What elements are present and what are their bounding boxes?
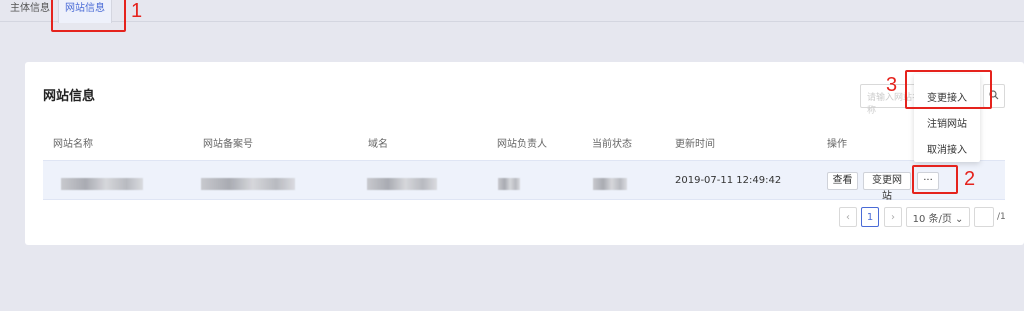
redacted-domain <box>367 178 437 190</box>
redacted-icp-number <box>201 178 295 190</box>
tab-bar: 主体信息 网站信息 <box>0 0 1024 23</box>
annotation-number-2: 2 <box>964 168 976 190</box>
table-row: 2019-07-11 12:49:42 查看 变更网站 ··· <box>43 160 1005 202</box>
updated-time-cell: 2019-07-11 12:49:42 <box>675 175 782 186</box>
view-button[interactable]: 查看 <box>827 172 858 190</box>
total-pages-label: /1 <box>997 212 1006 222</box>
header-site-owner: 网站负责人 <box>497 139 547 150</box>
website-info-card: 网站信息 请输入网站名称 网站名称 网站备案号 域名 网站负责人 当前状态 更新… <box>25 62 1024 245</box>
header-site-name: 网站名称 <box>53 139 93 150</box>
page-size-select[interactable]: 10 条/页 ⌄ <box>906 207 970 227</box>
annotation-box-3 <box>905 70 992 109</box>
redacted-site-owner <box>498 178 520 190</box>
redacted-site-name <box>61 178 143 190</box>
card-title: 网站信息 <box>43 89 96 104</box>
jump-page-input[interactable] <box>974 207 994 227</box>
annotation-box-1 <box>51 0 126 32</box>
header-updated-time: 更新时间 <box>675 139 715 150</box>
tab-entity-info[interactable]: 主体信息 <box>4 0 56 22</box>
header-actions: 操作 <box>827 139 847 150</box>
next-page-button[interactable]: › <box>884 207 902 227</box>
header-domain: 域名 <box>368 139 388 150</box>
menu-item-deregister-site[interactable]: 注销网站 <box>914 115 980 130</box>
page-1-button[interactable]: 1 <box>861 207 879 227</box>
annotation-number-3: 3 <box>886 74 898 96</box>
redacted-status <box>593 178 627 190</box>
change-site-button[interactable]: 变更网站 <box>863 172 911 202</box>
header-icp-number: 网站备案号 <box>203 139 253 150</box>
header-status: 当前状态 <box>592 139 632 150</box>
prev-page-button[interactable]: ‹ <box>839 207 857 227</box>
annotation-box-2 <box>912 165 958 194</box>
annotation-number-1: 1 <box>131 0 143 22</box>
menu-item-cancel-access[interactable]: 取消接入 <box>914 141 980 156</box>
